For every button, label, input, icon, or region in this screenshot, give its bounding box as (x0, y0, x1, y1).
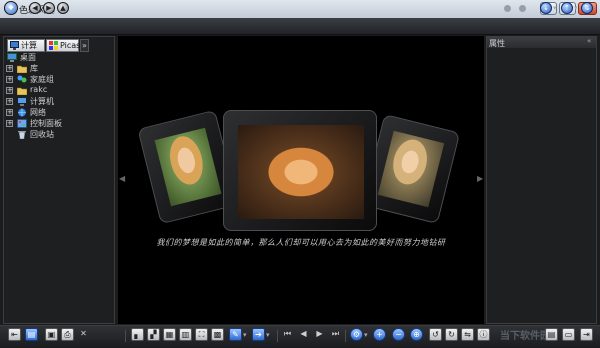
network-icon (17, 108, 27, 117)
properties-title: 属性 (489, 39, 505, 48)
fullscreen-icon[interactable]: ⛶ (195, 328, 208, 341)
tree-item-label: 库 (30, 64, 38, 73)
next-image-icon[interactable]: ▶ (313, 328, 326, 341)
edit-icon[interactable]: ✎ (229, 328, 242, 341)
first-image-icon[interactable]: ⏮ (281, 328, 294, 341)
toggle-left-panel-icon[interactable]: ⇤ (8, 328, 21, 341)
scroll-right-icon[interactable]: ▶ (477, 174, 483, 183)
properties-panel: 属性 « (486, 36, 597, 324)
tree-item-label: 回收站 (30, 130, 54, 139)
slideshow-icon[interactable]: ▩ (211, 328, 224, 341)
folder-browse-icon[interactable]: ▤ (25, 328, 38, 341)
zoom-out-icon[interactable]: − (392, 328, 405, 341)
grid-small-icon[interactable]: ▖ (131, 328, 144, 341)
tree-item-label: 控制面板 (30, 119, 62, 128)
app-menu-dropdown-icon[interactable]: ▾ (20, 4, 24, 12)
collapse-panel-icon[interactable]: « (587, 37, 591, 45)
flip-icon[interactable]: ⇋ (461, 328, 474, 341)
tab-computer[interactable]: 计算机 (7, 39, 45, 61)
expand-icon[interactable]: + (6, 120, 13, 127)
forward-icon[interactable]: ▶ (43, 2, 55, 14)
info-icon[interactable]: ⓘ (477, 328, 490, 341)
tree-item-label: 桌面 (20, 53, 36, 62)
computer-icon (17, 97, 27, 106)
sort-down-icon[interactable]: ⇣ (540, 2, 552, 14)
settings-dropdown-icon[interactable]: ▾ (364, 331, 368, 339)
status-dot-icon (504, 5, 511, 12)
layout-icon[interactable]: ▤ (545, 328, 558, 341)
expand-icon[interactable]: + (6, 98, 13, 105)
tree-item-label: rakc (30, 85, 48, 94)
photo-woman-image (377, 130, 445, 208)
grid-medium-icon[interactable]: ▞ (147, 328, 160, 341)
control-panel-icon (17, 119, 27, 128)
export-icon[interactable]: ➔ (252, 328, 265, 341)
detail-view-icon[interactable]: ▥ (179, 328, 192, 341)
order-icon[interactable]: ⇅ (581, 2, 593, 14)
up-folder-icon[interactable]: ▲ (57, 2, 69, 14)
rotate-left-icon[interactable]: ↺ (429, 328, 442, 341)
current-image-frame[interactable] (223, 110, 377, 231)
image-viewer[interactable]: 我们的梦想是如此的简单，那么人们却可以用心去为如此的美好而努力地钻研 ◀ ▶ (118, 36, 484, 324)
main-toolbar (0, 18, 600, 35)
desktop-icon (7, 53, 17, 62)
homegroup-icon (17, 75, 27, 84)
expand-icon[interactable]: + (6, 76, 13, 83)
sort-up-icon[interactable]: ⇡ (561, 2, 573, 14)
settings-gear-icon[interactable]: ⚙ (350, 328, 363, 341)
expand-icon[interactable]: + (6, 109, 13, 116)
tree-item-label: 计算机 (30, 97, 54, 106)
toolbar-separator (125, 330, 126, 342)
delete-icon[interactable]: ✕ (77, 328, 90, 341)
back-icon[interactable]: ◀ (29, 2, 41, 14)
export-dropdown-icon[interactable]: ▾ (266, 331, 270, 339)
previous-image-icon[interactable]: ◀ (297, 328, 310, 341)
recycle-bin-icon (17, 130, 26, 140)
app-menu-icon[interactable]: ◆ (4, 1, 18, 15)
folder-panel: 计算机 Picasa » 桌面 + 库 + 家庭组 + rakc + 计算机 +… (3, 36, 115, 324)
toggle-right-panel-icon[interactable]: ⇥ (580, 328, 593, 341)
save-icon[interactable]: ▣ (45, 328, 58, 341)
more-tabs-button[interactable]: » (80, 39, 89, 52)
tab-picasa[interactable]: Picasa (46, 39, 85, 52)
picasa-icon (49, 41, 58, 50)
expand-icon[interactable]: + (6, 65, 13, 72)
computer-icon (10, 41, 19, 50)
toolbar-separator (277, 330, 278, 342)
image-caption: 我们的梦想是如此的简单，那么人们却可以用心去为如此的美好而努力地钻研 (156, 238, 446, 247)
scroll-left-icon[interactable]: ◀ (119, 174, 125, 183)
sort-dropdown-icon[interactable]: ▾ (553, 4, 557, 12)
expand-icon[interactable]: + (6, 87, 13, 94)
tree-item-label: 网络 (30, 108, 46, 117)
status-dot-icon (519, 5, 526, 12)
last-image-icon[interactable]: ⏭ (329, 328, 342, 341)
order-dropdown-icon[interactable]: ▾ (574, 4, 578, 12)
edit-dropdown-icon[interactable]: ▾ (243, 331, 247, 339)
window-mode-icon[interactable]: ▭ (562, 328, 575, 341)
zoom-fit-icon[interactable]: ⊕ (410, 328, 423, 341)
photo-kitten-image (238, 125, 364, 219)
print-icon[interactable]: ⎙ (61, 328, 74, 341)
tree-item-label: 家庭组 (30, 75, 54, 84)
thumbnail-view-icon[interactable]: ▦ (163, 328, 176, 341)
toolbar-separator (345, 330, 346, 342)
library-folder-icon (16, 64, 28, 74)
watermark-logo: 当下软件园 (500, 331, 550, 342)
photo-girl-image (154, 127, 222, 207)
user-folder-icon (16, 86, 28, 96)
zoom-in-icon[interactable]: + (373, 328, 386, 341)
rotate-right-icon[interactable]: ↻ (445, 328, 458, 341)
